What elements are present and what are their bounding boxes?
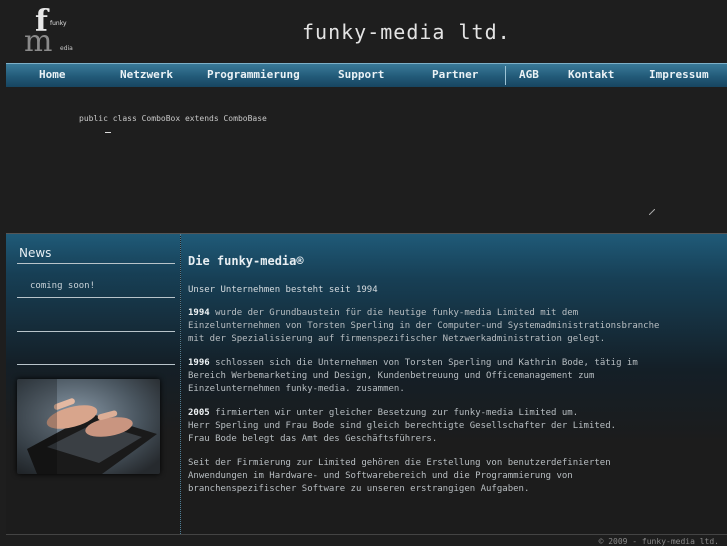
news-heading: News	[19, 246, 52, 260]
news-divider	[17, 364, 175, 365]
code-text: public class ComboBox extends ComboBase	[79, 114, 267, 123]
news-divider	[17, 331, 175, 332]
code-display-area[interactable]: public class ComboBox extends ComboBase	[0, 87, 727, 233]
nav-netzwerk[interactable]: Netzwerk	[120, 68, 173, 81]
paragraph-2005: 2005 firmierten wir unter gleicher Beset…	[188, 407, 718, 446]
paragraph-limited: Seit der Firmierung zur Limited gehören …	[188, 457, 718, 496]
paragraph-text: schlossen sich die Unternehmen von Torst…	[188, 358, 638, 394]
paragraph-text: Seit der Firmierung zur Limited gehören …	[188, 458, 611, 494]
nav-support[interactable]: Support	[338, 68, 384, 81]
header: m f funky edia funky-media ltd.	[0, 0, 727, 63]
main-navigation: Home Netzwerk Programmierung Support Par…	[6, 63, 727, 88]
logo-text-edia: edia	[60, 45, 73, 52]
paragraph-text: wurde der Grundbaustein für die heutige …	[188, 308, 660, 344]
paragraph-1994: 1994 wurde der Grundbaustein für die heu…	[188, 307, 718, 346]
nav-programmierung[interactable]: Programmierung	[207, 68, 300, 81]
year-label: 2005	[188, 408, 210, 418]
company-logo[interactable]: m f funky edia	[22, 4, 80, 59]
news-item: coming soon!	[30, 281, 96, 291]
logo-text-funky: funky	[50, 20, 67, 27]
nav-agb[interactable]: AGB	[519, 68, 539, 81]
nav-impressum[interactable]: Impressum	[649, 68, 709, 81]
news-divider	[17, 297, 175, 298]
paragraph-1996: 1996 schlossen sich die Unternehmen von …	[188, 357, 718, 396]
resize-grip-icon[interactable]	[649, 209, 655, 215]
site-title: funky-media ltd.	[302, 20, 511, 44]
nav-home[interactable]: Home	[39, 68, 66, 81]
year-label: 1996	[188, 358, 210, 368]
text-cursor	[105, 132, 111, 133]
year-label: 1994	[188, 308, 210, 318]
nav-kontakt[interactable]: Kontakt	[568, 68, 614, 81]
main-content: Die funky-media® Unser Unternehmen beste…	[181, 234, 727, 534]
nav-separator	[505, 66, 506, 85]
content-subtitle: Unser Unternehmen besteht seit 1994	[188, 285, 378, 295]
news-sidebar: News coming soon!	[6, 234, 180, 534]
content-title: Die funky-media®	[188, 254, 304, 268]
footer-divider	[6, 534, 727, 535]
paragraph-text: firmierten wir unter gleicher Besetzung …	[188, 408, 617, 444]
laptop-typing-photo	[17, 379, 160, 474]
news-divider	[17, 263, 175, 264]
nav-partner[interactable]: Partner	[432, 68, 478, 81]
